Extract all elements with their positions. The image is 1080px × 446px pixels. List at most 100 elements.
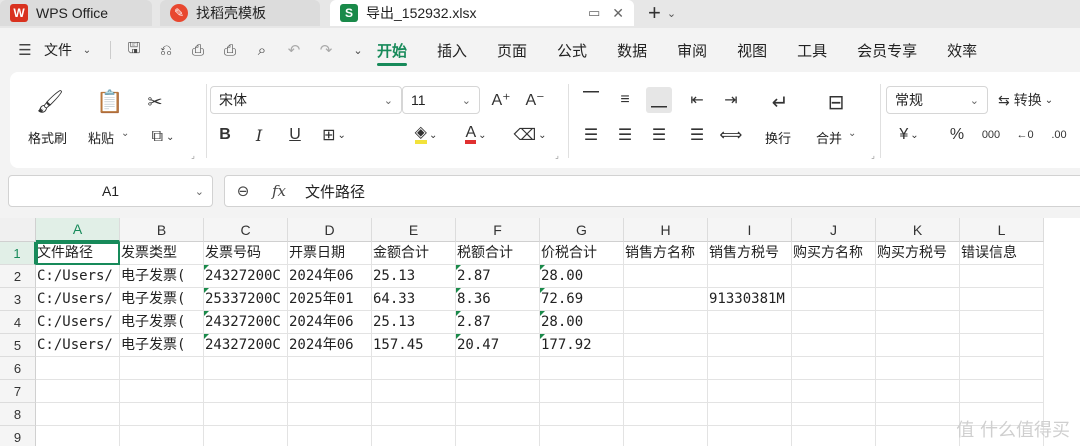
chevron-down-icon[interactable]: ⌄	[848, 128, 856, 139]
cell-f4[interactable]: 2.87	[456, 311, 540, 334]
cell-b2[interactable]: 电子发票(	[120, 265, 204, 288]
bold-icon[interactable]: B	[212, 122, 238, 148]
cell-d5[interactable]: 2024年06	[288, 334, 372, 357]
decrease-indent-icon[interactable]: ⇤	[684, 87, 710, 113]
cell-h9[interactable]	[624, 426, 708, 446]
select-all-corner[interactable]	[0, 218, 36, 242]
cell-a7[interactable]	[36, 380, 120, 403]
tab-4[interactable]: 数据	[602, 28, 662, 72]
tab-template[interactable]: ✎ 找稻壳模板	[160, 0, 320, 26]
cell-i1[interactable]: 销售方税号	[708, 242, 792, 265]
currency-button[interactable]: ¥ ⌄	[892, 122, 926, 148]
wrap-text-button[interactable]: 换行	[765, 128, 791, 147]
increase-font-icon[interactable]: A⁺	[488, 87, 514, 113]
convert-button[interactable]: ⇆ 转换 ⌄	[998, 86, 1080, 114]
chevron-down-icon[interactable]: ⌄	[121, 128, 129, 139]
name-box[interactable]: A1 ⌄	[8, 175, 213, 207]
merge-cells-icon[interactable]: ⊟	[820, 86, 852, 118]
cell-i9[interactable]	[708, 426, 792, 446]
cell-d7[interactable]	[288, 380, 372, 403]
redo-icon[interactable]: ↷	[313, 37, 339, 63]
cut-icon[interactable]: ✂	[140, 88, 170, 116]
row-header-8[interactable]: 8	[0, 403, 36, 426]
cell-a8[interactable]	[36, 403, 120, 426]
column-header-d[interactable]: D	[288, 218, 372, 242]
cell-a9[interactable]	[36, 426, 120, 446]
cell-g6[interactable]	[540, 357, 624, 380]
cell-f9[interactable]	[456, 426, 540, 446]
dialog-launcher-icon[interactable]: ⌟	[552, 150, 562, 160]
tab-0[interactable]: 开始	[362, 28, 422, 72]
column-header-k[interactable]: K	[876, 218, 960, 242]
column-header-c[interactable]: C	[204, 218, 288, 242]
cell-b4[interactable]: 电子发票(	[120, 311, 204, 334]
align-bottom-icon[interactable]: ⎽	[646, 87, 672, 113]
tab-6[interactable]: 视图	[722, 28, 782, 72]
cell-l4[interactable]	[960, 311, 1044, 334]
file-menu[interactable]: 文件	[44, 40, 72, 60]
cell-g8[interactable]	[540, 403, 624, 426]
wrap-text-icon[interactable]: ↵	[764, 86, 796, 118]
cell-e7[interactable]	[372, 380, 456, 403]
font-color-icon[interactable]: A ⌄	[456, 122, 496, 148]
cell-c4[interactable]: 24327200C	[204, 311, 288, 334]
justify-icon[interactable]: ☰	[684, 122, 710, 148]
cell-f1[interactable]: 税额合计	[456, 242, 540, 265]
cell-g9[interactable]	[540, 426, 624, 446]
cell-k2[interactable]	[876, 265, 960, 288]
undo-icon[interactable]: ↶	[281, 37, 307, 63]
column-header-b[interactable]: B	[120, 218, 204, 242]
cell-e2[interactable]: 25.13	[372, 265, 456, 288]
cell-f8[interactable]	[456, 403, 540, 426]
cell-k8[interactable]	[876, 403, 960, 426]
cell-f6[interactable]	[456, 357, 540, 380]
cell-c9[interactable]	[204, 426, 288, 446]
cell-b8[interactable]	[120, 403, 204, 426]
decrease-decimal-icon[interactable]: .00	[1046, 122, 1072, 148]
copy-icon[interactable]: ⧉ ⌄	[142, 124, 184, 150]
italic-icon[interactable]: I	[246, 122, 272, 148]
distributed-icon[interactable]: ⟺	[718, 122, 744, 148]
cell-j2[interactable]	[792, 265, 876, 288]
cell-b5[interactable]: 电子发票(	[120, 334, 204, 357]
tab-wps-office[interactable]: W WPS Office	[0, 0, 152, 26]
cell-e1[interactable]: 金额合计	[372, 242, 456, 265]
cell-f2[interactable]: 2.87	[456, 265, 540, 288]
dialog-launcher-icon[interactable]: ⌟	[868, 150, 878, 160]
tab-5[interactable]: 审阅	[662, 28, 722, 72]
cell-a5[interactable]: C:/Users/	[36, 334, 120, 357]
cell-b9[interactable]	[120, 426, 204, 446]
cell-d9[interactable]	[288, 426, 372, 446]
paste-icon[interactable]: 📋	[90, 86, 130, 118]
row-header-9[interactable]: 9	[0, 426, 36, 446]
cell-g2[interactable]: 28.00	[540, 265, 624, 288]
align-right-icon[interactable]: ☰	[646, 122, 672, 148]
cell-g5[interactable]: 177.92	[540, 334, 624, 357]
row-header-3[interactable]: 3	[0, 288, 36, 311]
cell-c7[interactable]	[204, 380, 288, 403]
column-header-j[interactable]: J	[792, 218, 876, 242]
cell-h1[interactable]: 销售方名称	[624, 242, 708, 265]
tab-9[interactable]: 效率	[932, 28, 992, 72]
cell-j7[interactable]	[792, 380, 876, 403]
chevron-down-icon[interactable]: ⌄	[74, 37, 100, 63]
new-tab-button[interactable]: + ⌄	[648, 0, 676, 26]
hamburger-icon[interactable]: ☰	[12, 37, 38, 63]
font-size-select[interactable]: 11 ⌄	[402, 86, 480, 114]
merge-cells-button[interactable]: 合并	[816, 128, 842, 147]
cell-h2[interactable]	[624, 265, 708, 288]
cell-g1[interactable]: 价税合计	[540, 242, 624, 265]
tab-1[interactable]: 插入	[422, 28, 482, 72]
cell-d1[interactable]: 开票日期	[288, 242, 372, 265]
cell-h6[interactable]	[624, 357, 708, 380]
cell-h4[interactable]	[624, 311, 708, 334]
increase-decimal-icon[interactable]: ←0	[1012, 122, 1038, 148]
cell-k1[interactable]: 购买方税号	[876, 242, 960, 265]
cell-c3[interactable]: 25337200C	[204, 288, 288, 311]
cell-d4[interactable]: 2024年06	[288, 311, 372, 334]
cell-d6[interactable]	[288, 357, 372, 380]
align-middle-icon[interactable]: ≡	[612, 87, 638, 113]
cell-d8[interactable]	[288, 403, 372, 426]
underline-icon[interactable]: U	[282, 122, 308, 148]
cell-l1[interactable]: 错误信息	[960, 242, 1044, 265]
